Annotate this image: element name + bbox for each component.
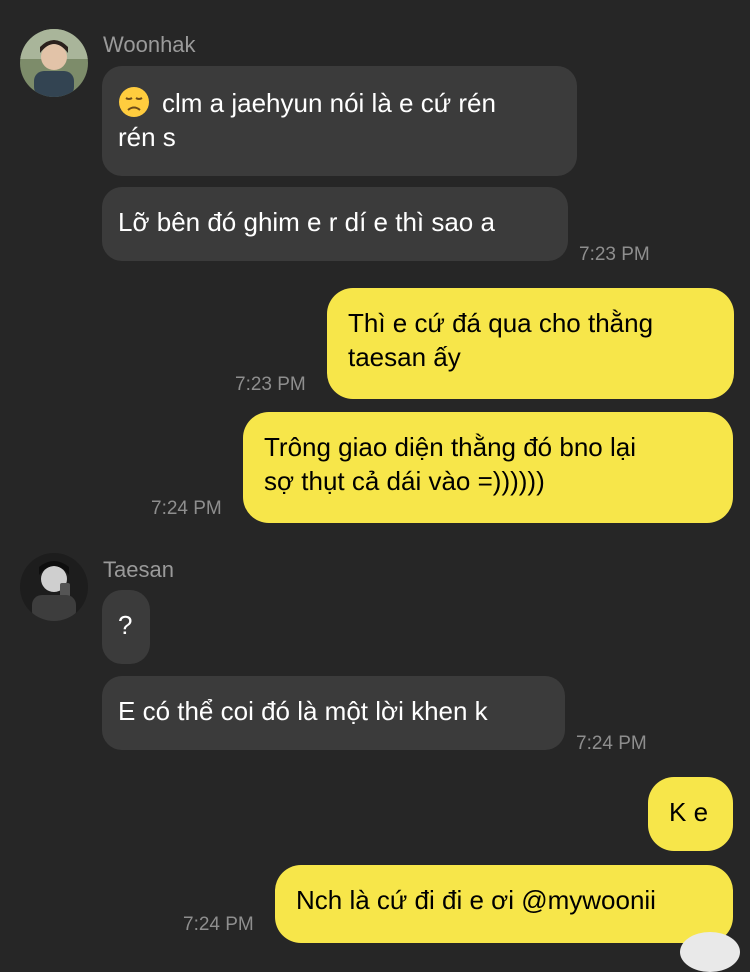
message-text-line2: taesan ấy [348,342,461,372]
message-text-line2: rén s [118,122,176,152]
disappointed-face-icon [118,86,150,118]
message-timestamp: 7:24 PM [151,498,222,519]
message-text-line1: clm a jaehyun nói là e cứ rén [162,88,496,118]
message-timestamp: 7:23 PM [579,244,650,265]
avatar-taesan[interactable] [20,553,88,621]
message-bubble[interactable]: K e [648,777,733,851]
message-bubble[interactable]: Nch là cứ đi đi e ơi @mywoonii [275,865,733,943]
message-text: E có thể coi đó là một lời khen k [118,696,488,726]
message-bubble[interactable]: Thì e cứ đá qua cho thằng taesan ấy [327,288,734,399]
message-text: K e [669,797,709,827]
avatar-woonhak[interactable] [20,29,88,97]
message-bubble[interactable]: Trông giao diện thằng đó bno lại sợ thụt… [243,412,733,523]
message-text: Nch là cứ đi đi e ơi @mywoonii [296,885,656,915]
message-timestamp: 7:24 PM [183,914,254,935]
message-text-line2: sợ thụt cả dái vào =)))))) [264,466,545,496]
message-bubble[interactable]: Lỡ bên đó ghim e r dí e thì sao a [102,187,568,261]
message-timestamp: 7:24 PM [576,733,647,754]
message-timestamp: 7:23 PM [235,374,306,395]
message-bubble[interactable]: clm a jaehyun nói là e cứ rén rén s [102,66,577,176]
partial-avatar [680,932,740,972]
message-text: ? [118,610,133,640]
message-text-line1: Trông giao diện thằng đó bno lại [264,432,636,462]
sender-name-taesan: Taesan [103,557,174,582]
message-text-line1: Thì e cứ đá qua cho thằng [348,308,654,338]
sender-name-woonhak: Woonhak [103,32,196,57]
message-text: Lỡ bên đó ghim e r dí e thì sao a [118,207,495,237]
message-bubble[interactable]: E có thể coi đó là một lời khen k [102,676,565,750]
message-bubble[interactable]: ? [102,590,150,664]
